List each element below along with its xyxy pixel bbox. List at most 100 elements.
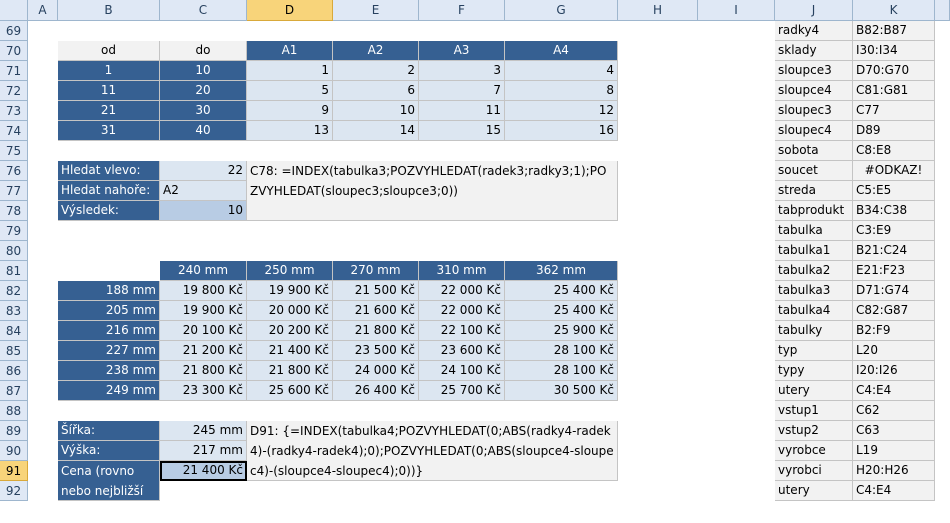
row-header-72[interactable]: 72 xyxy=(0,81,28,101)
table2-cell[interactable]: 21 800 Kč xyxy=(247,361,333,381)
name-label[interactable]: tabulka1 xyxy=(775,241,853,261)
table2-cell[interactable]: 22 000 Kč xyxy=(419,281,505,301)
table1-header[interactable]: A2 xyxy=(333,41,419,61)
lookup1-formula-note[interactable]: C78: =INDEX(tabulka3;POZVYHLEDAT(radek3;… xyxy=(247,161,618,221)
name-range[interactable]: D71:G74 xyxy=(853,281,935,301)
table2-cell[interactable]: 25 700 Kč xyxy=(419,381,505,401)
name-range[interactable]: B2:F9 xyxy=(853,321,935,341)
table2-cell[interactable]: 26 400 Kč xyxy=(333,381,419,401)
table2-header[interactable]: 250 mm xyxy=(247,261,333,281)
table1-cell[interactable]: 14 xyxy=(333,121,419,141)
name-label[interactable]: tabulka xyxy=(775,221,853,241)
name-range[interactable]: C77 xyxy=(853,101,935,121)
table1-cell[interactable]: 15 xyxy=(419,121,505,141)
table1-cell[interactable]: 16 xyxy=(505,121,618,141)
name-label[interactable]: sobota xyxy=(775,141,853,161)
table2-cell[interactable]: 19 900 Kč xyxy=(160,301,247,321)
table2-cell[interactable]: 28 100 Kč xyxy=(505,341,618,361)
name-range[interactable]: B82:B87 xyxy=(853,21,935,41)
table2-cell[interactable]: 21 600 Kč xyxy=(333,301,419,321)
name-range[interactable]: E21:F23 xyxy=(853,261,935,281)
row-header-69[interactable]: 69 xyxy=(0,21,28,41)
name-range[interactable]: C62 xyxy=(853,401,935,421)
name-range[interactable]: D70:G70 xyxy=(853,61,935,81)
name-label[interactable]: sloupec4 xyxy=(775,121,853,141)
name-label[interactable]: sloupec3 xyxy=(775,101,853,121)
row-header-88[interactable]: 88 xyxy=(0,401,28,421)
name-label[interactable]: sklady xyxy=(775,41,853,61)
lookup2-value[interactable]: 245 mm xyxy=(160,421,247,441)
table2-cell[interactable]: 25 400 Kč xyxy=(505,281,618,301)
table1-cell[interactable]: 40 xyxy=(160,121,247,141)
row-header-79[interactable]: 79 xyxy=(0,221,28,241)
table1-header[interactable]: A4 xyxy=(505,41,618,61)
row-header-83[interactable]: 83 xyxy=(0,301,28,321)
table2-cell[interactable]: 21 200 Kč xyxy=(160,341,247,361)
table2-cell[interactable]: 25 600 Kč xyxy=(247,381,333,401)
table2-header[interactable]: 362 mm xyxy=(505,261,618,281)
name-label[interactable]: tabulka3 xyxy=(775,281,853,301)
name-range[interactable]: L19 xyxy=(853,441,935,461)
select-all-corner[interactable] xyxy=(0,0,28,21)
lookup1-label[interactable]: Výsledek: xyxy=(58,201,160,221)
table1-header[interactable]: do xyxy=(160,41,247,61)
row-header-81[interactable]: 81 xyxy=(0,261,28,281)
table1-cell[interactable]: 10 xyxy=(333,101,419,121)
row-header-85[interactable]: 85 xyxy=(0,341,28,361)
column-header-e[interactable]: E xyxy=(333,0,419,21)
lookup1-value[interactable]: 22 xyxy=(160,161,247,181)
table2-cell[interactable]: 20 000 Kč xyxy=(247,301,333,321)
column-header-a[interactable]: A xyxy=(28,0,58,21)
table1-header[interactable]: A1 xyxy=(247,41,333,61)
table2-cell[interactable]: 30 500 Kč xyxy=(505,381,618,401)
name-range[interactable]: B34:C38 xyxy=(853,201,935,221)
table1-cell[interactable]: 4 xyxy=(505,61,618,81)
name-label[interactable]: utery xyxy=(775,381,853,401)
table2-header[interactable]: 240 mm xyxy=(160,261,247,281)
table2-cell[interactable]: 21 400 Kč xyxy=(247,341,333,361)
table2-row-label[interactable]: 238 mm xyxy=(58,361,160,381)
row-header-74[interactable]: 74 xyxy=(0,121,28,141)
table2-row-label[interactable]: 227 mm xyxy=(58,341,160,361)
name-range[interactable]: L20 xyxy=(853,341,935,361)
row-header-73[interactable]: 73 xyxy=(0,101,28,121)
lookup1-label[interactable]: Hledat vlevo: xyxy=(58,161,160,181)
name-label[interactable]: vyrobce xyxy=(775,441,853,461)
row-header-77[interactable]: 77 xyxy=(0,181,28,201)
table1-cell[interactable]: 5 xyxy=(247,81,333,101)
table2-cell[interactable]: 24 100 Kč xyxy=(419,361,505,381)
table1-cell[interactable]: 10 xyxy=(160,61,247,81)
table2-cell[interactable]: 19 800 Kč xyxy=(160,281,247,301)
name-label[interactable]: typ xyxy=(775,341,853,361)
table2-cell[interactable]: 25 400 Kč xyxy=(505,301,618,321)
table1-cell[interactable]: 11 xyxy=(419,101,505,121)
name-label[interactable]: sloupce3 xyxy=(775,61,853,81)
table1-cell[interactable]: 12 xyxy=(505,101,618,121)
name-range[interactable]: B21:C24 xyxy=(853,241,935,261)
table1-cell[interactable]: 31 xyxy=(58,121,160,141)
table1-cell[interactable]: 6 xyxy=(333,81,419,101)
row-header-80[interactable]: 80 xyxy=(0,241,28,261)
name-range[interactable]: C81:G81 xyxy=(853,81,935,101)
table2-header[interactable]: 310 mm xyxy=(419,261,505,281)
name-label[interactable]: typy xyxy=(775,361,853,381)
lookup2-label[interactable]: Cena (rovno nebo nejbližší vyšší): xyxy=(58,461,160,501)
name-range[interactable]: C63 xyxy=(853,421,935,441)
column-header-j[interactable]: J xyxy=(775,0,853,21)
table1-cell[interactable]: 1 xyxy=(58,61,160,81)
table1-cell[interactable]: 9 xyxy=(247,101,333,121)
lookup1-value[interactable]: 10 xyxy=(160,201,247,221)
table2-row-label[interactable]: 249 mm xyxy=(58,381,160,401)
column-header-h[interactable]: H xyxy=(618,0,698,21)
lookup2-result-cell[interactable]: 21 400 Kč xyxy=(160,461,247,481)
table2-cell[interactable]: 24 000 Kč xyxy=(333,361,419,381)
row-header-91[interactable]: 91 xyxy=(0,461,28,481)
row-header-89[interactable]: 89 xyxy=(0,421,28,441)
column-header-c[interactable]: C xyxy=(160,0,247,21)
name-label[interactable]: tabulka4 xyxy=(775,301,853,321)
table2-row-label[interactable]: 188 mm xyxy=(58,281,160,301)
name-label[interactable]: streda xyxy=(775,181,853,201)
row-header-92[interactable]: 92 xyxy=(0,481,28,501)
lookup1-label[interactable]: Hledat nahoře: xyxy=(58,181,160,201)
lookup2-label[interactable]: Výška: xyxy=(58,441,160,461)
